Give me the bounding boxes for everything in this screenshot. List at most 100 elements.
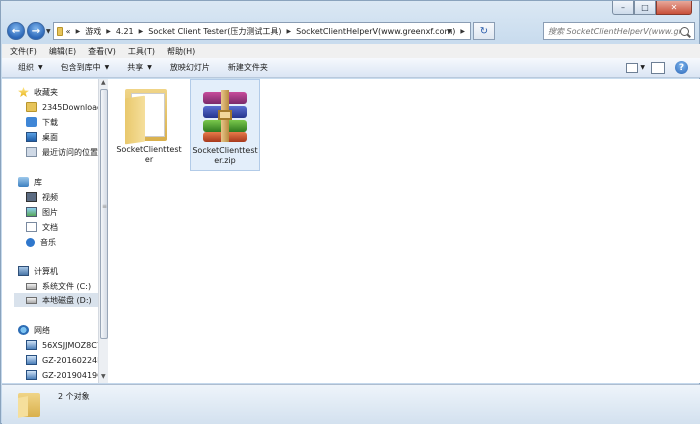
- tree-label: 音乐: [40, 237, 56, 247]
- navigation-row: ← → ▼ « ▶ 游戏 ▶ 4.21 ▶ Socket Client Test…: [7, 21, 695, 41]
- address-history-dropdown-icon[interactable]: ▼: [447, 28, 452, 35]
- scroll-down-icon[interactable]: ▼: [101, 373, 106, 380]
- change-view-icon[interactable]: [626, 62, 639, 73]
- chevron-down-icon[interactable]: ▼: [640, 64, 645, 71]
- tree-item-desktop[interactable]: 桌面: [26, 130, 58, 144]
- chevron-right-icon[interactable]: ▶: [287, 28, 292, 35]
- tree-item-downloads[interactable]: 下载: [26, 115, 58, 129]
- computer-icon: [18, 266, 29, 276]
- tree-item-network-pc[interactable]: GZ-20160224PA: [26, 353, 98, 367]
- menu-tools[interactable]: 工具(T): [128, 46, 155, 57]
- file-item-folder[interactable]: SocketClienttester: [114, 79, 184, 171]
- include-in-library-button[interactable]: 包含到库中 ▼: [61, 62, 110, 73]
- breadcrumb-item[interactable]: 4.21: [116, 27, 134, 36]
- video-icon: [26, 192, 37, 202]
- forward-button[interactable]: →: [27, 22, 45, 40]
- chevron-right-icon[interactable]: ▶: [139, 28, 144, 35]
- folder-icon: [57, 26, 63, 36]
- maximize-button[interactable]: □: [634, 1, 656, 15]
- network-icon: [18, 325, 29, 335]
- menu-view[interactable]: 查看(V): [88, 46, 116, 57]
- recent-places-icon: [26, 147, 37, 157]
- address-bar[interactable]: « ▶ 游戏 ▶ 4.21 ▶ Socket Client Tester(压力测…: [53, 22, 471, 40]
- tree-item-drive-d[interactable]: 本地磁盘 (D:): [14, 293, 98, 307]
- breadcrumb-overflow[interactable]: «: [66, 27, 71, 36]
- tree-label: GZ-20190419OZ: [42, 370, 98, 380]
- tree-item-videos[interactable]: 视频: [26, 190, 58, 204]
- tree-favorites[interactable]: 收藏夹: [18, 85, 58, 99]
- new-folder-button[interactable]: 新建文件夹: [228, 62, 268, 73]
- slideshow-button[interactable]: 放映幻灯片: [170, 62, 210, 73]
- file-list: SocketClienttester SocketClienttester.zi…: [108, 79, 700, 383]
- refresh-button[interactable]: ↻: [473, 22, 495, 40]
- tree-label: 桌面: [42, 132, 58, 142]
- drive-icon: [26, 296, 37, 304]
- tree-computer[interactable]: 计算机: [18, 264, 58, 278]
- tree-libraries[interactable]: 库: [18, 175, 42, 189]
- library-icon: [18, 177, 29, 187]
- tree-item-music[interactable]: 音乐: [26, 235, 56, 249]
- tree-label: 图片: [42, 207, 58, 217]
- details-pane: 2 个对象: [2, 384, 700, 424]
- item-count: 2 个对象: [58, 392, 90, 401]
- tree-item-network-pc[interactable]: GZ-20190419OZ: [26, 368, 98, 382]
- chevron-right-icon[interactable]: ▶: [106, 28, 111, 35]
- breadcrumb-item[interactable]: 游戏: [85, 26, 101, 37]
- chevron-down-icon: ▼: [147, 64, 152, 71]
- download-icon: [26, 117, 37, 127]
- tree-item-network-pc[interactable]: 56XSJJMOZ8C7: [26, 338, 98, 352]
- documents-icon: [26, 222, 37, 232]
- search-input[interactable]: [548, 26, 680, 36]
- new-folder-label: 新建文件夹: [227, 63, 268, 72]
- chevron-right-icon[interactable]: ▶: [76, 28, 81, 35]
- tree-label: 视频: [42, 192, 58, 202]
- tree-label: 系统文件 (C:): [42, 281, 92, 291]
- help-icon[interactable]: ?: [675, 61, 688, 74]
- computer-icon: [26, 340, 37, 350]
- slideshow-label: 放映幻灯片: [169, 63, 210, 72]
- view-controls: ▼ ?: [620, 61, 688, 74]
- tree-network[interactable]: 网络: [18, 323, 50, 337]
- tree-label: 计算机: [34, 266, 58, 276]
- folder-icon: [18, 389, 42, 418]
- file-name: SocketClienttester: [116, 145, 182, 164]
- tree-label: 本地磁盘 (D:): [42, 295, 92, 305]
- search-box[interactable]: [543, 22, 695, 40]
- desktop-icon: [26, 132, 37, 142]
- tree-label: 下载: [42, 117, 58, 127]
- tree-label: 网络: [34, 325, 50, 335]
- tree-item-recent-places[interactable]: 最近访问的位置: [26, 145, 98, 159]
- winrar-archive-icon: [197, 84, 253, 146]
- share-label: 共享: [127, 63, 144, 72]
- tree-label: GZ-20160224PA: [42, 355, 98, 365]
- folder-icon: [121, 83, 177, 145]
- navigation-scrollbar[interactable]: ▲ ≡ ▼: [98, 79, 108, 383]
- scroll-up-icon[interactable]: ▲: [101, 79, 106, 86]
- computer-icon: [26, 355, 37, 365]
- menu-help[interactable]: 帮助(H): [167, 46, 195, 57]
- file-item-archive[interactable]: SocketClienttester.zip: [190, 79, 260, 171]
- minimize-button[interactable]: –: [612, 1, 634, 15]
- chevron-right-icon[interactable]: ▶: [460, 28, 465, 35]
- tree-label: 库: [34, 177, 42, 187]
- tree-item-2345downloads[interactable]: 2345Downloads: [26, 100, 98, 114]
- window-caption-buttons: – □ ✕: [612, 1, 692, 15]
- tree-item-pictures[interactable]: 图片: [26, 205, 58, 219]
- menu-edit[interactable]: 编辑(E): [49, 46, 76, 57]
- share-button[interactable]: 共享 ▼: [127, 62, 152, 73]
- explorer-window: – □ ✕ ← → ▼ « ▶ 游戏 ▶ 4.21 ▶ Socket Clien…: [0, 0, 700, 424]
- back-button[interactable]: ←: [7, 22, 25, 40]
- grip-icon: ≡: [102, 203, 108, 210]
- menu-file[interactable]: 文件(F): [10, 46, 37, 57]
- close-button[interactable]: ✕: [656, 1, 692, 15]
- tree-label: 56XSJJMOZ8C7: [42, 340, 98, 350]
- preview-pane-icon[interactable]: [651, 61, 665, 74]
- scrollbar-thumb[interactable]: [100, 89, 108, 339]
- tree-item-drive-c[interactable]: 系统文件 (C:): [26, 279, 91, 293]
- search-icon[interactable]: [680, 26, 689, 36]
- tree-item-documents[interactable]: 文档: [26, 220, 58, 234]
- breadcrumb-item[interactable]: Socket Client Tester(压力测试工具): [148, 26, 281, 37]
- breadcrumb-item[interactable]: SocketClientHelperV(www.greenxf.com): [296, 27, 455, 36]
- menu-bar: 文件(F) 编辑(E) 查看(V) 工具(T) 帮助(H): [2, 44, 700, 58]
- organize-button[interactable]: 组织 ▼: [18, 62, 43, 73]
